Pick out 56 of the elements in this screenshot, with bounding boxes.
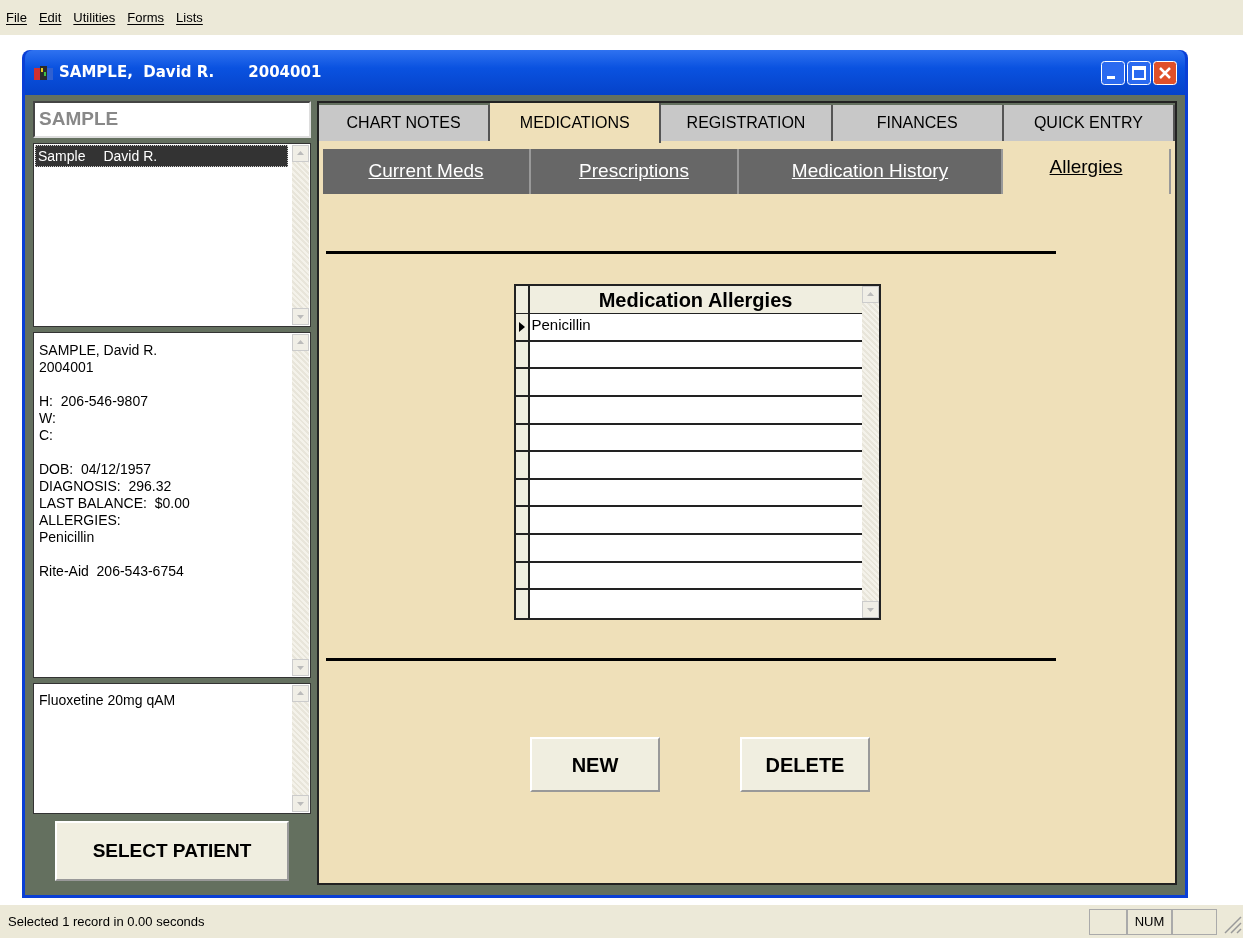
select-patient-button[interactable]: SELECT PATIENT xyxy=(55,821,289,881)
patient-info-line: ALLERGIES: xyxy=(39,512,122,529)
row-selector[interactable] xyxy=(515,562,530,589)
search-input[interactable]: SAMPLE xyxy=(39,105,305,134)
close-icon[interactable] xyxy=(1153,60,1177,85)
row-selector[interactable] xyxy=(515,507,530,534)
search-field[interactable]: SAMPLE xyxy=(33,101,311,138)
action-button[interactable]: NEW xyxy=(530,737,660,792)
row-selector[interactable] xyxy=(515,452,530,478)
patient-info-line: 2004001 xyxy=(39,359,95,376)
patient-info-line: C: xyxy=(39,427,54,444)
row-selector[interactable] xyxy=(515,396,530,423)
maximize-icon[interactable] xyxy=(1127,60,1151,85)
patient-info-line: W: xyxy=(39,410,57,427)
window-title: SAMPLE, David R. xyxy=(59,62,215,84)
column-header[interactable]: Medication Allergies xyxy=(529,286,862,313)
row-selector[interactable] xyxy=(515,424,530,451)
tab[interactable]: CHART NOTES xyxy=(319,105,491,141)
window-title-id: 2004001 xyxy=(248,62,322,84)
row-selector[interactable] xyxy=(515,590,530,618)
patient-info-line: LAST BALANCE: $0.00 xyxy=(39,495,191,512)
menu-item[interactable]: Utilities xyxy=(73,7,116,28)
row-selector[interactable] xyxy=(515,341,530,368)
patient-info-line: DIAGNOSIS: 296.32 xyxy=(39,478,173,495)
row-selector[interactable] xyxy=(515,535,530,561)
action-button[interactable]: DELETE xyxy=(740,737,870,792)
subtab[interactable]: Current Meds xyxy=(323,149,531,194)
menu-item[interactable]: Edit xyxy=(38,7,62,28)
patient-info-line: Penicillin xyxy=(39,529,96,546)
table-cell-text: Penicillin xyxy=(530,315,591,335)
menu-item[interactable]: File xyxy=(6,7,27,28)
tab[interactable]: QUICK ENTRY xyxy=(1003,105,1175,141)
minimize-icon[interactable] xyxy=(1101,60,1125,85)
row-selector[interactable] xyxy=(515,369,530,395)
patient-last-name: Sample xyxy=(38,146,86,166)
status-panel xyxy=(1089,908,1127,935)
patient-info-line: Rite-Aid 206-543-6754 xyxy=(39,563,185,580)
menu-item[interactable]: Lists xyxy=(176,7,203,28)
subtab[interactable]: Prescriptions xyxy=(531,149,739,194)
tab[interactable]: FINANCES xyxy=(832,105,1004,141)
status-panel xyxy=(1172,908,1217,935)
num-lock-indicator: NUM xyxy=(1127,908,1172,935)
menu-item[interactable]: Forms xyxy=(127,7,165,28)
subtab[interactable]: Medication History xyxy=(739,149,1003,194)
medication-line: Fluoxetine 20mg qAM xyxy=(39,691,177,710)
tab[interactable]: MEDICATIONS xyxy=(490,103,662,143)
patient-info-line: DOB: 04/12/1957 xyxy=(39,461,153,478)
status-message: Selected 1 record in 0.00 seconds xyxy=(8,912,206,931)
patient-info-line: SAMPLE, David R. xyxy=(39,342,159,359)
app-logo-icon xyxy=(33,63,55,82)
row-selector[interactable] xyxy=(515,314,530,340)
patient-row[interactable]: Sample David R. xyxy=(35,145,288,167)
patient-info-line: H: 206-546-9807 xyxy=(39,393,149,410)
row-selector[interactable] xyxy=(515,479,530,506)
patient-first-name: David R. xyxy=(103,146,158,166)
tab[interactable]: REGISTRATION xyxy=(661,105,833,141)
